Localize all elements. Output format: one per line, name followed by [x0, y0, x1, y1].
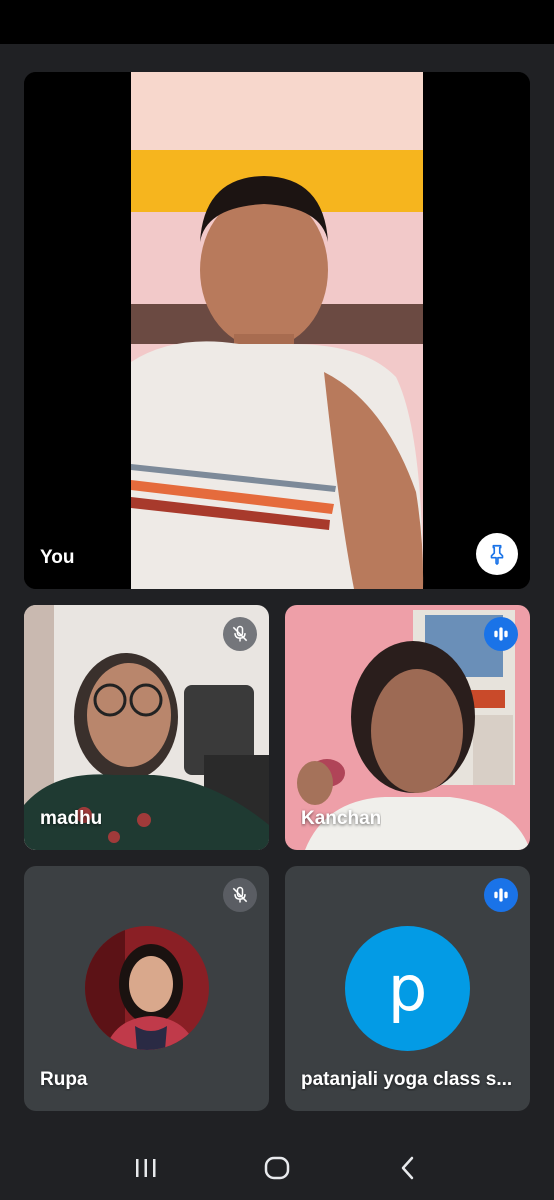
home-icon [264, 1156, 290, 1179]
status-bar [0, 0, 554, 44]
rupa-avatar [85, 926, 209, 1050]
rupa-name-label: Rupa [40, 1069, 88, 1090]
mic-off-icon [232, 886, 248, 903]
rupa-muted-badge [223, 878, 257, 912]
mic-off-icon [232, 625, 248, 642]
home-button[interactable] [247, 1143, 307, 1193]
recents-button[interactable] [116, 1143, 176, 1193]
patanjali-avatar: p [345, 926, 470, 1051]
audio-level-icon [494, 888, 508, 902]
system-navigation-bar [0, 1135, 554, 1200]
kanchan-name-label: Kanchan [301, 808, 382, 829]
patanjali-name-label: patanjali yoga class s... [301, 1069, 513, 1090]
self-video-tile[interactable]: You [24, 72, 530, 589]
participant-tile-rupa[interactable]: Rupa [24, 866, 269, 1111]
participant-tile-kanchan[interactable]: Kanchan [285, 605, 530, 850]
self-name-label: You [40, 547, 75, 568]
participant-tile-madhu[interactable]: madhu [24, 605, 269, 850]
madhu-name-label: madhu [40, 808, 103, 829]
participant-tile-patanjali[interactable]: p patanjali yoga class s... [285, 866, 530, 1111]
back-icon [402, 1156, 414, 1179]
self-video-feed [24, 72, 530, 589]
pin-button[interactable] [476, 533, 518, 575]
pin-icon [490, 544, 504, 565]
patanjali-speaking-badge [484, 878, 518, 912]
recents-icon [135, 1158, 156, 1177]
audio-level-icon [494, 627, 508, 641]
kanchan-speaking-badge [484, 617, 518, 651]
madhu-muted-badge [223, 617, 257, 651]
back-button[interactable] [378, 1143, 438, 1193]
